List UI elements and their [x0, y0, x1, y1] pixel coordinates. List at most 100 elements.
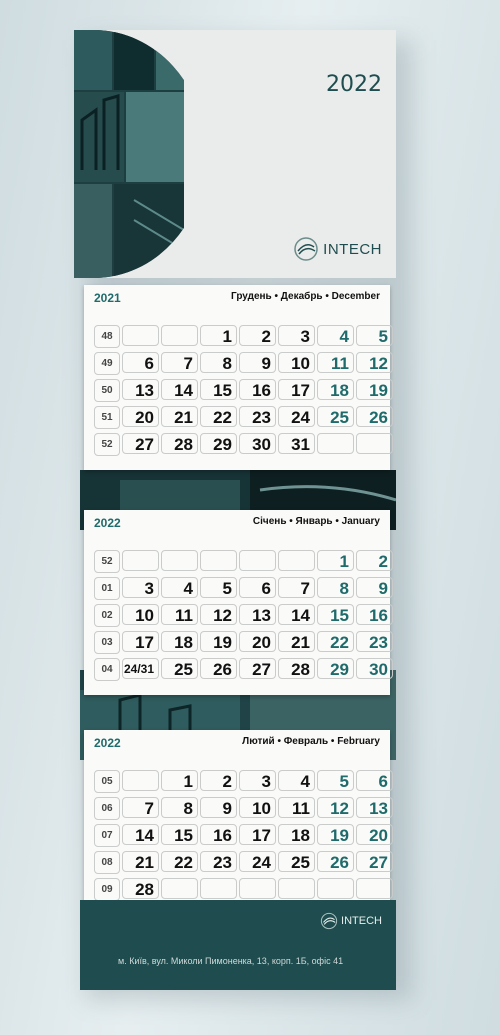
day-cell: 31 [278, 433, 315, 454]
day-cell: 19 [317, 824, 354, 845]
day-cell: 7 [278, 577, 315, 598]
day-cell: 19 [200, 631, 237, 652]
day-cell: 20 [239, 631, 276, 652]
week-number: 05 [94, 770, 120, 793]
day-cell: 13 [122, 379, 159, 400]
day-cell: 13 [356, 797, 393, 818]
day-cell: 17 [122, 631, 159, 652]
day-cell: 10 [122, 604, 159, 625]
day-cell: 27 [122, 433, 159, 454]
week-number: 49 [94, 352, 120, 375]
month-title: Лютий • Февраль • February [242, 736, 380, 747]
day-cell: 25 [317, 406, 354, 427]
day-cell: 19 [356, 379, 393, 400]
week-number: 51 [94, 406, 120, 429]
intech-logo-icon [320, 912, 338, 930]
intech-logo-icon [294, 237, 318, 261]
day-cell: 23 [200, 851, 237, 872]
month-december: 2021 Грудень • Декабрь • December 48 1 2 3 4 5 4… [84, 285, 393, 470]
day-cell [122, 550, 159, 571]
month-february: 2022 Лютий • Февраль • February 05 1 2 3 4 5 6 06… [84, 730, 393, 920]
day-cell: 26 [317, 851, 354, 872]
day-cell [200, 878, 237, 899]
week-number: 52 [94, 550, 120, 573]
day-cell: 29 [200, 433, 237, 454]
day-cell: 24 [278, 406, 315, 427]
day-cell: 8 [317, 577, 354, 598]
day-cell: 24 [239, 851, 276, 872]
day-cell: 9 [356, 577, 393, 598]
week-number: 04 [94, 658, 120, 681]
day-cell: 25 [278, 851, 315, 872]
day-cell: 6 [356, 770, 393, 791]
week-number: 50 [94, 379, 120, 402]
day-cell: 10 [239, 797, 276, 818]
week-number: 02 [94, 604, 120, 627]
week-number: 07 [94, 824, 120, 847]
day-cell [239, 878, 276, 899]
day-cell: 18 [161, 631, 198, 652]
day-cell: 8 [200, 352, 237, 373]
day-cell: 9 [200, 797, 237, 818]
day-cell: 28 [122, 878, 159, 899]
day-cell: 28 [278, 658, 315, 679]
day-cell: 11 [161, 604, 198, 625]
day-cell: 12 [356, 352, 393, 373]
week-number: 06 [94, 797, 120, 820]
day-cell: 6 [239, 577, 276, 598]
day-cell: 11 [278, 797, 315, 818]
day-cell: 7 [122, 797, 159, 818]
day-cell: 2 [200, 770, 237, 791]
week-number: 52 [94, 433, 120, 456]
week-number: 03 [94, 631, 120, 654]
day-cell: 2 [356, 550, 393, 571]
day-cell: 12 [200, 604, 237, 625]
day-cell [161, 878, 198, 899]
day-cell: 3 [122, 577, 159, 598]
day-cell: 17 [278, 379, 315, 400]
footer-logo: INTECH [320, 912, 382, 930]
week-number: 01 [94, 577, 120, 600]
calendar-footer: INTECH м. Київ, вул. Миколи Пимоненка, 1… [80, 900, 396, 990]
month-january: 2022 Січень • Январь • January 52 1 2 01 3 4 5 6 7… [84, 510, 393, 695]
wall-calendar: 2022 INTECH 2021 Грудень • Декабрь • Dece… [74, 30, 396, 990]
footer-address: м. Київ, вул. Миколи Пимоненка, 13, корп… [118, 956, 344, 966]
week-number: 08 [94, 851, 120, 874]
day-cell: 9 [239, 352, 276, 373]
header-year: 2022 [326, 72, 382, 97]
day-cell [122, 325, 159, 346]
day-cell [161, 550, 198, 571]
day-cell: 22 [161, 851, 198, 872]
day-cell [356, 878, 393, 899]
day-cell: 14 [278, 604, 315, 625]
week-number: 48 [94, 325, 120, 348]
month-year: 2022 [94, 736, 121, 750]
day-cell: 21 [122, 851, 159, 872]
day-cell: 13 [239, 604, 276, 625]
month-title: Грудень • Декабрь • December [231, 291, 380, 302]
day-cell [200, 550, 237, 571]
day-cell: 1 [317, 550, 354, 571]
day-cell: 7 [161, 352, 198, 373]
day-cell [278, 878, 315, 899]
month-year: 2021 [94, 291, 121, 305]
month-title: Січень • Январь • January [252, 516, 380, 527]
day-cell: 16 [239, 379, 276, 400]
week-number: 09 [94, 878, 120, 901]
day-cell: 20 [356, 824, 393, 845]
day-cell: 16 [356, 604, 393, 625]
day-cell: 5 [200, 577, 237, 598]
day-cell: 4 [317, 325, 354, 346]
month-year: 2022 [94, 516, 121, 530]
day-cell: 3 [278, 325, 315, 346]
day-cell: 15 [161, 824, 198, 845]
day-cell: 15 [317, 604, 354, 625]
header-logo: INTECH [293, 236, 382, 262]
day-cell: 8 [161, 797, 198, 818]
day-cell: 30 [356, 658, 393, 679]
day-cell: 5 [356, 325, 393, 346]
day-cell [161, 325, 198, 346]
day-cell: 28 [161, 433, 198, 454]
day-cell [122, 770, 159, 791]
day-cell: 14 [161, 379, 198, 400]
